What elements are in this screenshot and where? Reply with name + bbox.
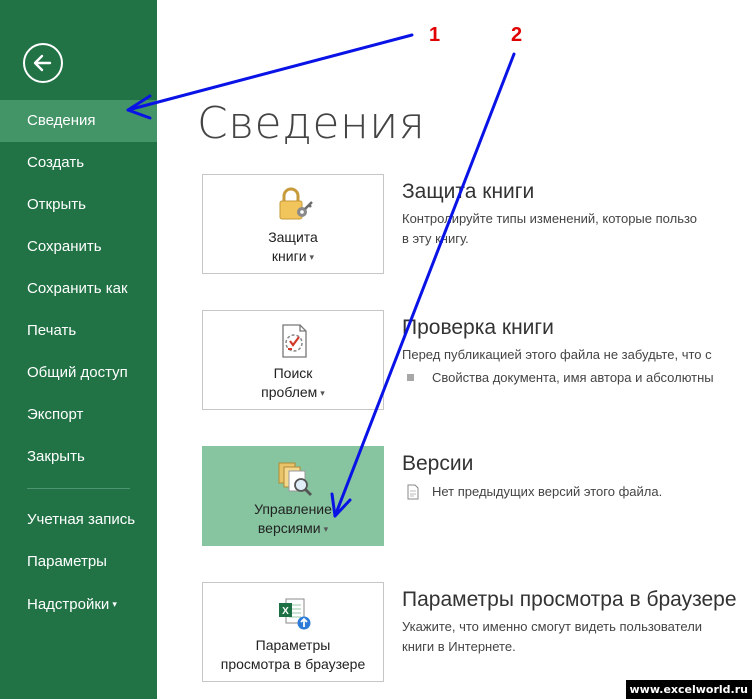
annotation-arrow-2 xyxy=(330,52,516,518)
watermark: www.excelworld.ru xyxy=(625,680,752,699)
annotation-arrow-1 xyxy=(126,33,414,120)
annotation-arrows xyxy=(126,33,516,518)
annotation-number-1: 1 xyxy=(429,24,441,46)
annotation-number-2: 2 xyxy=(511,24,523,46)
